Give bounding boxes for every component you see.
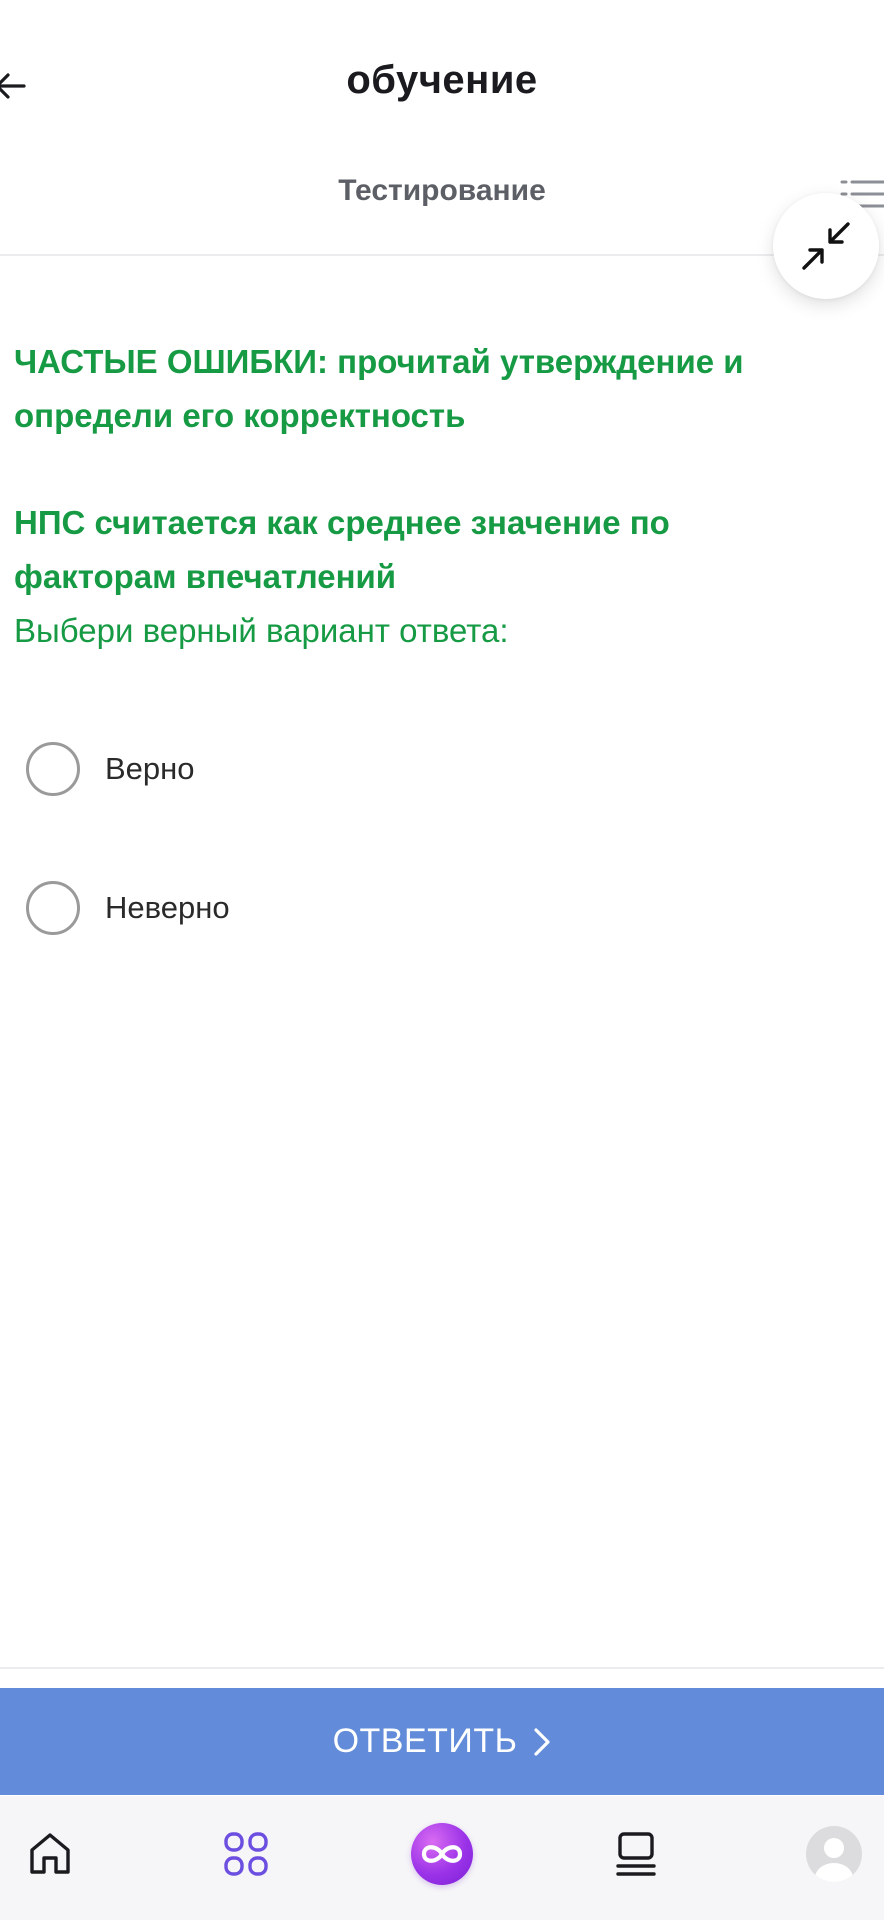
answer-option-label: Неверно <box>105 890 230 925</box>
submit-answer-button[interactable]: ОТВЕТИТЬ <box>0 1688 884 1795</box>
page-title: обучение <box>346 58 538 102</box>
collapse-arrows-icon <box>802 222 850 270</box>
radio-button[interactable] <box>26 881 80 935</box>
tab-feed[interactable] <box>596 1814 676 1894</box>
question-instruction: Выбери верный вариант ответа: <box>14 612 509 649</box>
submit-label: ОТВЕТИТЬ <box>332 1722 518 1760</box>
radio-button[interactable] <box>26 742 80 796</box>
footer-divider <box>0 1667 884 1669</box>
header-divider <box>0 254 884 256</box>
collapse-button[interactable] <box>773 193 879 299</box>
feed-icon <box>616 1832 656 1876</box>
answer-option-false[interactable]: Неверно <box>26 876 786 940</box>
question-intro: ЧАСТЫЕ ОШИБКИ: прочитай утверждение и оп… <box>14 343 744 434</box>
tab-main[interactable] <box>402 1814 482 1894</box>
bottom-tab-bar <box>0 1796 884 1920</box>
app-screen: обучение Тестирование ЧАСТЫЕ ОШИБКИ: про… <box>0 0 884 1920</box>
answer-option-label: Верно <box>105 751 195 786</box>
tab-profile[interactable] <box>794 1814 874 1894</box>
section-subtitle: Тестирование <box>338 174 546 207</box>
home-icon <box>30 1833 70 1874</box>
grid-icon <box>224 1832 268 1876</box>
question-statement: НПС считается как среднее значение по фа… <box>14 504 670 595</box>
chevron-right-icon <box>533 1727 551 1757</box>
tab-catalog[interactable] <box>206 1814 286 1894</box>
avatar-icon <box>806 1826 862 1882</box>
answer-option-true[interactable]: Верно <box>26 737 786 801</box>
top-bar: обучение <box>0 0 884 170</box>
tab-home[interactable] <box>10 1814 90 1894</box>
question-content: ЧАСТЫЕ ОШИБКИ: прочитай утверждение и оп… <box>14 335 794 658</box>
infinity-icon <box>411 1823 473 1885</box>
